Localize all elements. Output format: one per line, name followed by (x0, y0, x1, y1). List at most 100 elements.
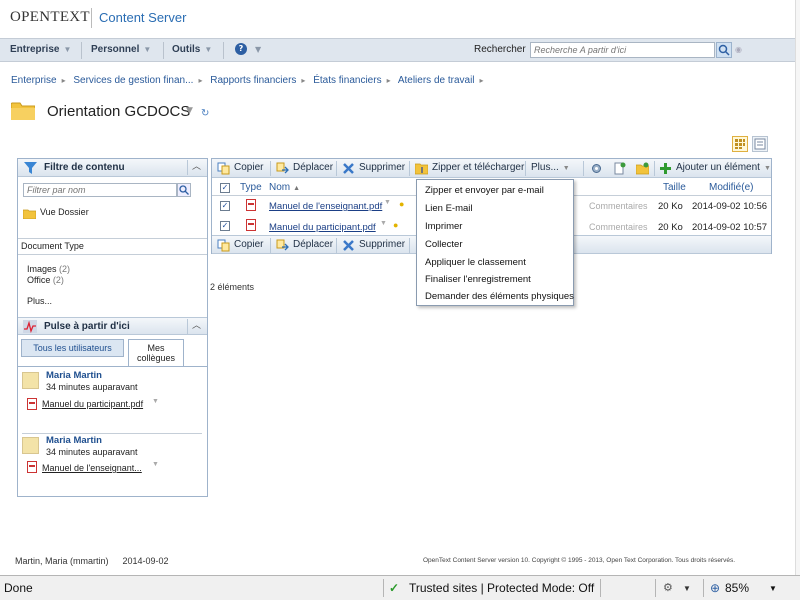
menu-item-apply-classification[interactable]: Appliquer le classement (425, 257, 526, 268)
breadcrumb-item[interactable]: Services de gestion finan... (73, 75, 193, 86)
menu-item-collect[interactable]: Collecter (425, 239, 463, 250)
more-types-link[interactable]: Plus... (27, 296, 52, 306)
chevron-down-icon[interactable]: ▼ (152, 461, 159, 468)
tab-my-colleagues[interactable]: Mes collègues (128, 339, 184, 367)
lightbulb-icon[interactable]: ● (393, 220, 398, 230)
pulse-panel-header: Pulse à partir d'ici ︿ (18, 317, 207, 335)
settings-icon[interactable] (590, 162, 603, 175)
file-size: 20 Ko (658, 201, 683, 212)
column-header-size[interactable]: Taille (663, 182, 686, 193)
pulse-doc-link[interactable]: Manuel du participant.pdf (42, 399, 143, 409)
doc-type-label: Document Type (21, 241, 84, 251)
folder-icon (10, 101, 36, 121)
footer-copyright: OpenText Content Server version 10. Copy… (423, 557, 736, 564)
delete-button[interactable]: Supprimer (359, 162, 405, 173)
menu-item-request-physical[interactable]: Demander des éléments physiques (425, 291, 574, 302)
collapse-icon[interactable]: ︿ (187, 319, 205, 334)
comments-link[interactable]: Commentaires (589, 222, 648, 232)
filter-by-name-input[interactable] (23, 183, 177, 197)
lightbulb-icon[interactable]: ● (399, 199, 404, 209)
zoom-level[interactable]: 85% (725, 581, 749, 595)
copy-button[interactable]: Copier (234, 239, 263, 250)
search-input[interactable] (531, 43, 714, 57)
zip-download-button[interactable]: Zipper et télécharger (432, 162, 524, 173)
doc-type-name: Images (27, 264, 57, 274)
delete-icon (342, 162, 355, 175)
check-icon: ✓ (389, 581, 400, 595)
breadcrumb-separator-icon: ▸ (479, 76, 484, 85)
chevron-down-icon[interactable]: ▼ (769, 584, 777, 593)
chevron-down-icon[interactable]: ▼ (152, 398, 159, 405)
footer-user: Martin, Maria (mmartin) (15, 556, 109, 566)
toolbar-divider (336, 238, 337, 253)
tab-my-colleagues-label: Mes (147, 343, 165, 353)
security-zone[interactable]: Trusted sites | Protected Mode: Off (409, 581, 594, 595)
menu-entreprise[interactable]: Entreprise ▼ (10, 44, 71, 55)
menu-item-print[interactable]: Imprimer (425, 221, 462, 232)
item-count: 2 éléments (210, 282, 255, 292)
protected-mode-icon[interactable]: ⚙ (663, 581, 673, 594)
search-options-icon[interactable]: ◉ (735, 45, 742, 54)
chevron-down-icon: ▼ (143, 45, 152, 54)
chevron-down-icon[interactable]: ▼ (186, 106, 193, 116)
chevron-down-icon[interactable]: ▼ (384, 199, 391, 206)
collapse-icon[interactable]: ︿ (187, 160, 205, 175)
divider (22, 433, 202, 434)
select-all-checkbox[interactable]: ✓ (220, 183, 230, 193)
breadcrumb-item[interactable]: Ateliers de travail (398, 75, 475, 86)
help-icon[interactable]: ? (235, 43, 247, 55)
search-icon[interactable] (716, 42, 732, 58)
vertical-scrollbar[interactable] (795, 0, 800, 575)
more-button[interactable]: Plus... ▼ (531, 162, 570, 173)
menu-personnel[interactable]: Personnel ▼ (91, 44, 151, 55)
menu-item-finalize-record[interactable]: Finaliser l'enregistrement (425, 274, 531, 285)
chevron-down-icon[interactable]: ▼ (683, 584, 691, 593)
chevron-down-icon[interactable]: ▼ (380, 220, 387, 227)
pulse-doc-link[interactable]: Manuel de l'enseignant... (42, 463, 142, 473)
chevron-down-icon: ▼ (63, 45, 72, 54)
doc-type-images[interactable]: Images (2) (27, 264, 70, 274)
tab-all-users[interactable]: Tous les utilisateurs (21, 339, 124, 357)
doc-type-office[interactable]: Office (2) (27, 275, 64, 285)
move-button[interactable]: Déplacer (293, 162, 333, 173)
delete-button[interactable]: Supprimer (359, 239, 405, 250)
menu-divider (163, 42, 164, 59)
breadcrumb-item[interactable]: Enterprise (11, 75, 57, 86)
opentext-logo[interactable]: OPENTEXT (10, 9, 90, 26)
filter-panel-header: Filtre de contenu ︿ (18, 159, 207, 177)
folder-view-link[interactable]: Vue Dossier (40, 207, 89, 217)
row-checkbox[interactable]: ✓ (220, 221, 230, 231)
plus-icon (659, 162, 672, 175)
doc-type-count: (2) (52, 275, 64, 285)
pulse-user[interactable]: Maria Martin (46, 435, 102, 446)
file-name-link[interactable]: Manuel de l'enseignant.pdf (269, 201, 382, 212)
chevron-down-icon[interactable]: ▼ (255, 45, 261, 54)
toolbar-divider (270, 161, 271, 176)
column-header-type[interactable]: Type (240, 182, 262, 193)
menu-outils[interactable]: Outils ▼ (172, 44, 212, 55)
statusbar-divider (655, 579, 656, 597)
menu-item-zip-email[interactable]: Zipper et envoyer par e-mail (425, 185, 544, 196)
file-name-link[interactable]: Manuel du participant.pdf (269, 222, 376, 233)
grid-view-icon[interactable] (732, 136, 748, 152)
search-icon[interactable] (177, 183, 191, 197)
breadcrumb-item[interactable]: Rapports financiers (210, 75, 296, 86)
refresh-icon[interactable]: ↻ (201, 108, 209, 119)
move-button[interactable]: Déplacer (293, 239, 333, 250)
menu-item-email-link[interactable]: Lien E-mail (425, 203, 473, 214)
column-header-name[interactable]: Nom ▲ (269, 182, 300, 193)
pulse-user[interactable]: Maria Martin (46, 370, 102, 381)
comments-link[interactable]: Commentaires (589, 201, 648, 211)
delete-icon (342, 239, 355, 252)
breadcrumb-item[interactable]: États financiers (313, 75, 381, 86)
menu-entreprise-label: Entreprise (10, 44, 60, 55)
row-checkbox[interactable]: ✓ (220, 201, 230, 211)
copy-button[interactable]: Copier (234, 162, 263, 173)
add-document-icon[interactable] (613, 162, 626, 175)
detail-view-icon[interactable] (752, 136, 768, 152)
statusbar-divider (383, 579, 384, 597)
folder-icon (22, 209, 37, 222)
add-item-button[interactable]: Ajouter un élément ▼ (676, 162, 771, 173)
add-folder-icon[interactable] (635, 162, 650, 175)
column-header-modified[interactable]: Modifié(e) (709, 182, 753, 193)
